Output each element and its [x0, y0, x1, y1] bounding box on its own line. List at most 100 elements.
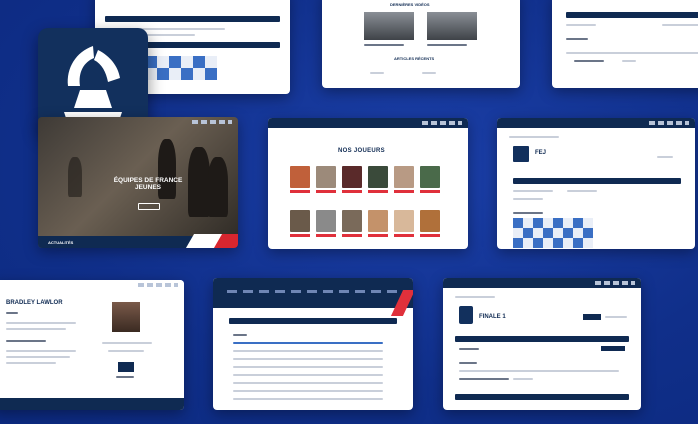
text-line [6, 340, 46, 342]
text-line [427, 44, 467, 46]
nav-links[interactable] [227, 290, 397, 293]
text-line [6, 322, 76, 324]
player-avatar[interactable] [342, 210, 362, 232]
list-row[interactable] [233, 350, 383, 352]
text-line [459, 362, 477, 364]
chess-piece-decoration [68, 157, 82, 197]
avatar-label-strip [290, 190, 440, 193]
list-row[interactable] [459, 378, 509, 380]
team-action-button[interactable] [583, 314, 601, 320]
section-header-bar [105, 16, 280, 22]
player-avatar[interactable] [316, 210, 336, 232]
screen-club-card[interactable]: FEJ [497, 118, 695, 249]
nav-links[interactable] [649, 121, 689, 125]
text-line [459, 348, 479, 350]
player-avatar[interactable] [290, 166, 310, 188]
text-line [513, 190, 553, 192]
hero-title: ÉQUIPES DE FRANCE JEUNES [113, 177, 183, 191]
list-row[interactable] [233, 374, 383, 376]
chess-piece-decoration [188, 147, 210, 217]
text-line [574, 60, 604, 62]
text-line [459, 370, 619, 372]
list-row[interactable] [233, 390, 383, 392]
list-row[interactable] [233, 366, 383, 368]
nav-links[interactable] [422, 121, 462, 125]
breadcrumb[interactable] [455, 296, 495, 298]
screen-profile-card[interactable]: BRADLEY LAWLOR [0, 280, 184, 410]
hero-footer-label: ACTUALITÉS [48, 240, 74, 245]
text-line [370, 72, 384, 74]
text-line [566, 24, 596, 26]
text-line [6, 312, 18, 314]
chess-piece-decoration [208, 157, 228, 217]
text-line [513, 212, 543, 214]
screen-team-card[interactable]: FINALE 1 [443, 278, 641, 410]
list-row[interactable] [233, 382, 383, 384]
text-line [102, 342, 152, 344]
chessboard-decoration [513, 218, 593, 248]
list-row[interactable] [233, 398, 383, 400]
top-nav [268, 118, 468, 128]
player-avatar[interactable] [394, 166, 414, 188]
player-name: BRADLEY LAWLOR [6, 300, 63, 306]
player-avatar[interactable] [368, 210, 388, 232]
section-header-bar [455, 394, 629, 400]
team-name: FINALE 1 [479, 314, 506, 320]
player-avatar[interactable] [420, 210, 440, 232]
nav-links[interactable] [192, 120, 232, 124]
top-nav [0, 280, 184, 290]
screen-players-card[interactable]: NOS JOUEURS [268, 118, 468, 249]
list-row[interactable] [233, 358, 383, 360]
text-line [566, 38, 588, 40]
top-nav [443, 278, 641, 288]
video-thumbnail[interactable] [364, 12, 414, 40]
text-line [233, 334, 247, 336]
text-line [6, 328, 66, 330]
text-line [422, 72, 436, 74]
top-nav [497, 118, 695, 128]
team-action-link[interactable] [605, 316, 627, 318]
screen-form-card[interactable] [552, 0, 698, 88]
king-icon [459, 306, 473, 324]
breadcrumb[interactable] [509, 136, 559, 138]
chessboard-decoration [145, 56, 217, 80]
club-name: FEJ [535, 150, 547, 156]
player-avatar[interactable] [342, 166, 362, 188]
text-line [513, 378, 533, 380]
section-header-bar [455, 336, 629, 342]
list-row[interactable] [233, 342, 383, 344]
avatar-label-strip [290, 234, 440, 237]
profile-button[interactable] [118, 362, 134, 372]
text-line [662, 24, 698, 26]
news-secondary-title: ARTICLES RÉCENTS [394, 56, 435, 61]
text-line [513, 198, 543, 200]
player-avatar[interactable] [420, 166, 440, 188]
screen-hero-card[interactable]: ÉQUIPES DE FRANCE JEUNES ACTUALITÉS [38, 117, 238, 248]
filter-button[interactable] [601, 346, 625, 351]
player-avatar[interactable] [290, 210, 310, 232]
top-nav [38, 117, 238, 127]
chess-knight-logo-icon [64, 46, 122, 118]
text-line [567, 190, 597, 192]
club-action[interactable] [657, 156, 673, 158]
list-header [213, 278, 413, 308]
player-photo [112, 302, 140, 332]
hero-cta-button[interactable] [138, 203, 160, 210]
text-line [6, 356, 70, 358]
club-logo [513, 146, 529, 162]
section-header-bar [229, 318, 397, 324]
screen-list-card[interactable] [213, 278, 413, 410]
section-header-bar [566, 12, 698, 18]
video-thumbnail[interactable] [427, 12, 477, 40]
player-avatar[interactable] [394, 210, 414, 232]
text-line [108, 350, 144, 352]
player-avatar[interactable] [316, 166, 336, 188]
text-line [364, 44, 404, 46]
nav-links[interactable] [595, 281, 635, 285]
screen-news-card[interactable]: DERNIÈRES VIDÉOS ARTICLES RÉCENTS [322, 0, 520, 88]
text-line [566, 52, 698, 54]
nav-links[interactable] [138, 283, 178, 287]
text-line [6, 362, 56, 364]
player-avatar[interactable] [368, 166, 388, 188]
showcase-canvas: DERNIÈRES VIDÉOS ARTICLES RÉCENTS ÉQUIPE… [0, 0, 698, 424]
